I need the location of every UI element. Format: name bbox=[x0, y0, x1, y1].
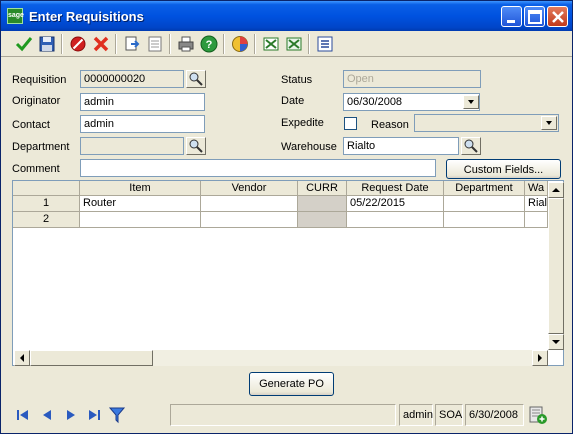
settings-icon[interactable] bbox=[316, 35, 334, 53]
scroll-right-arrow-icon[interactable] bbox=[532, 350, 548, 366]
table-cell-curr bbox=[298, 196, 347, 212]
toolbar-separator bbox=[61, 34, 63, 54]
column-header-curr[interactable]: CURR bbox=[298, 181, 347, 196]
table-cell-vendor[interactable] bbox=[201, 196, 298, 212]
requisitions-window: sage Enter Requisitions ? Requisition 00… bbox=[0, 0, 573, 434]
toolbar-separator bbox=[169, 34, 171, 54]
scroll-left-arrow-icon[interactable] bbox=[14, 350, 30, 366]
toolbar-separator bbox=[308, 34, 310, 54]
date-dropdown-button[interactable] bbox=[463, 95, 479, 109]
close-window-button[interactable] bbox=[547, 6, 568, 27]
table-cell-department[interactable] bbox=[444, 212, 525, 228]
scroll-up-arrow-icon[interactable] bbox=[548, 182, 564, 198]
table-cell-vendor[interactable] bbox=[201, 212, 298, 228]
status-company: SOA bbox=[435, 404, 463, 426]
toolbar-separator bbox=[254, 34, 256, 54]
originator-label: Originator bbox=[12, 95, 61, 107]
department-label: Department bbox=[12, 141, 70, 153]
table-cell-item[interactable]: Router bbox=[80, 196, 201, 212]
print-icon[interactable] bbox=[177, 35, 195, 53]
date-label: Date bbox=[281, 95, 305, 107]
horizontal-scrollbar[interactable] bbox=[14, 350, 548, 366]
warehouse-label: Warehouse bbox=[281, 141, 337, 153]
search-icon bbox=[189, 139, 203, 153]
accept-icon[interactable] bbox=[15, 35, 33, 53]
warehouse-lookup-button[interactable] bbox=[461, 137, 481, 155]
department-lookup-button[interactable] bbox=[186, 137, 206, 155]
title-bar[interactable]: sage Enter Requisitions bbox=[1, 1, 572, 31]
last-record-icon[interactable] bbox=[84, 405, 104, 425]
grid-corner-header bbox=[13, 181, 80, 196]
import-icon[interactable] bbox=[285, 35, 303, 53]
table-cell-department[interactable] bbox=[444, 196, 525, 212]
status-message bbox=[170, 404, 396, 426]
status-user: admin bbox=[399, 404, 433, 426]
vertical-scroll-thumb[interactable] bbox=[548, 198, 564, 334]
requisition-lines-grid: Item Vendor CURR Request Date Department… bbox=[12, 180, 564, 366]
requisition-lookup-button[interactable] bbox=[186, 70, 206, 88]
column-header-warehouse[interactable]: Wa bbox=[525, 181, 548, 196]
first-record-icon[interactable] bbox=[13, 405, 33, 425]
window-title: Enter Requisitions bbox=[29, 9, 144, 24]
contact-label: Contact bbox=[12, 119, 50, 131]
status-field: Open bbox=[343, 70, 481, 88]
contact-field[interactable]: admin bbox=[80, 115, 205, 133]
delete-icon[interactable] bbox=[69, 35, 87, 53]
column-header-item[interactable]: Item bbox=[80, 181, 201, 196]
lookup-edit-icon bbox=[189, 72, 203, 86]
row-number[interactable]: 1 bbox=[13, 196, 80, 212]
maximize-button[interactable] bbox=[524, 6, 545, 27]
generate-po-button[interactable]: Generate PO bbox=[249, 372, 334, 396]
requisition-label: Requisition bbox=[12, 74, 67, 86]
custom-fields-button[interactable]: Custom Fields... bbox=[446, 159, 561, 179]
help-icon[interactable]: ? bbox=[200, 35, 218, 53]
expedite-checkbox[interactable] bbox=[344, 117, 357, 130]
toolbar-separator bbox=[223, 34, 225, 54]
comment-label: Comment bbox=[12, 163, 60, 175]
color-icon[interactable] bbox=[231, 35, 249, 53]
table-cell-warehouse[interactable] bbox=[525, 212, 548, 228]
next-record-icon[interactable] bbox=[61, 405, 81, 425]
table-cell-item[interactable] bbox=[80, 212, 201, 228]
requisition-field[interactable]: 0000000020 bbox=[80, 70, 184, 88]
status-label: Status bbox=[281, 74, 313, 86]
status-date: 6/30/2008 bbox=[465, 404, 524, 426]
expedite-label: Expedite bbox=[281, 117, 324, 129]
column-header-request-date[interactable]: Request Date bbox=[347, 181, 444, 196]
svg-text:?: ? bbox=[206, 39, 213, 51]
column-header-vendor[interactable]: Vendor bbox=[201, 181, 298, 196]
search-icon bbox=[464, 139, 478, 153]
table-cell-warehouse[interactable]: Rialt bbox=[525, 196, 548, 212]
table-cell-request-date[interactable] bbox=[347, 212, 444, 228]
previous-record-icon[interactable] bbox=[37, 405, 57, 425]
export-icon[interactable] bbox=[262, 35, 280, 53]
minimize-button[interactable] bbox=[501, 6, 522, 27]
originator-field[interactable]: admin bbox=[80, 93, 205, 111]
filter-icon[interactable] bbox=[107, 405, 127, 425]
row-number[interactable]: 2 bbox=[13, 212, 80, 228]
sage-logo-icon: sage bbox=[7, 8, 24, 24]
date-field[interactable]: 06/30/2008 bbox=[343, 93, 480, 111]
reason-label: Reason bbox=[371, 119, 409, 131]
calculator-icon[interactable] bbox=[528, 405, 548, 425]
reason-field[interactable] bbox=[414, 114, 559, 132]
table-cell-curr bbox=[298, 212, 347, 228]
cancel-icon[interactable] bbox=[92, 35, 110, 53]
reason-dropdown-button[interactable] bbox=[541, 116, 557, 130]
column-header-department[interactable]: Department bbox=[444, 181, 525, 196]
department-field[interactable] bbox=[80, 137, 184, 155]
horizontal-scroll-thumb[interactable] bbox=[30, 350, 153, 366]
warehouse-field[interactable]: Rialto bbox=[343, 137, 459, 155]
table-cell-request-date[interactable]: 05/22/2015 bbox=[347, 196, 444, 212]
toolbar-separator bbox=[115, 34, 117, 54]
scroll-down-arrow-icon[interactable] bbox=[548, 334, 564, 350]
save-icon[interactable] bbox=[38, 35, 56, 53]
notes-icon[interactable] bbox=[146, 35, 164, 53]
vertical-scrollbar[interactable] bbox=[548, 182, 564, 350]
copy-icon[interactable] bbox=[123, 35, 141, 53]
comment-field[interactable] bbox=[80, 159, 436, 177]
